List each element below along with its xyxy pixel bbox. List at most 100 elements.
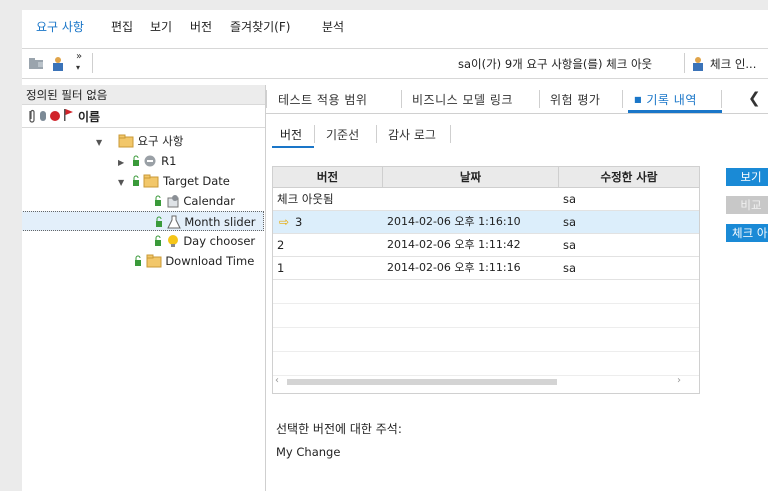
status-lock-icon bbox=[154, 193, 162, 213]
version-grid: 버전 날짜 수정한 사람 체크 아웃됨 sa ⇨ 3 2014-02-06 오후… bbox=[272, 166, 700, 394]
cell-version: 2 bbox=[277, 238, 285, 252]
requirements-tree-panel: 정의된 필터 없음 이름 ▼ 요구 사항 ▶ R1 ▼ Target Date … bbox=[22, 85, 266, 491]
subtab-separator bbox=[314, 125, 315, 143]
details-panel: 테스트 적용 범위 비즈니스 모델 링크 위험 평가 ■ 기록 내역 ❮ 버전 … bbox=[266, 85, 768, 491]
tab-separator bbox=[539, 90, 540, 108]
cell-date bbox=[383, 188, 559, 210]
tab-separator bbox=[721, 90, 722, 108]
table-row[interactable]: ⇨ 3 2014-02-06 오후 1:16:10 sa bbox=[273, 211, 699, 234]
tab-business-model-links[interactable]: 비즈니스 모델 링크 bbox=[412, 91, 513, 108]
tree-item-label: Calendar bbox=[183, 194, 236, 208]
subtab-baselines[interactable]: 기준선 bbox=[326, 126, 359, 143]
checkin-user-icon[interactable] bbox=[690, 56, 706, 71]
checkout-user-icon[interactable] bbox=[50, 56, 66, 71]
toolbar-overflow-icon[interactable]: » bbox=[76, 51, 82, 62]
table-row[interactable]: 2 2014-02-06 오후 1:11:42 sa bbox=[273, 234, 699, 257]
active-subtab-underline bbox=[272, 146, 314, 148]
checkin-button[interactable]: 체크 인... bbox=[710, 56, 756, 72]
expand-arrow-icon[interactable]: ▶ bbox=[118, 158, 124, 167]
status-lock-icon bbox=[132, 153, 140, 173]
compare-button[interactable]: 비교 bbox=[726, 196, 768, 214]
tab-risk-assessment[interactable]: 위험 평가 bbox=[550, 91, 600, 108]
tree-column-header: 이름 bbox=[22, 105, 265, 128]
tree-item-day-chooser[interactable]: Day chooser bbox=[154, 231, 255, 251]
tab-history[interactable]: ■ 기록 내역 bbox=[634, 91, 697, 108]
status-lock-icon bbox=[134, 253, 142, 273]
cell-user: sa bbox=[563, 238, 577, 252]
checkout-button[interactable]: 체크 아웃 bbox=[726, 224, 768, 242]
column-header-modified-by[interactable]: 수정한 사람 bbox=[559, 167, 699, 187]
tree-item-label: 요구 사항 bbox=[137, 134, 184, 148]
active-tab-underline bbox=[628, 110, 722, 113]
linked-defect-column-icon[interactable] bbox=[38, 109, 48, 126]
tree-item-r1[interactable]: ▶ R1 bbox=[118, 151, 176, 171]
history-subtabs: 버전 기준선 감사 로그 bbox=[266, 121, 516, 148]
scrollbar-thumb[interactable] bbox=[287, 379, 557, 385]
detail-tabs: 테스트 적용 범위 비즈니스 모델 링크 위험 평가 ■ 기록 내역 ❮ bbox=[266, 85, 768, 114]
scroll-right-icon[interactable]: › bbox=[677, 375, 681, 386]
column-header-version[interactable]: 버전 bbox=[273, 167, 383, 187]
tree-item-month-slider[interactable]: Month slider bbox=[22, 211, 264, 231]
cell-date: 2014-02-06 오후 1:11:16 bbox=[387, 261, 521, 274]
view-button[interactable]: 보기 bbox=[726, 168, 768, 186]
filter-bar[interactable]: 정의된 필터 없음 bbox=[22, 85, 265, 105]
cell-user: sa bbox=[563, 192, 577, 206]
column-header-date[interactable]: 날짜 bbox=[383, 167, 559, 187]
tree-item-requirements[interactable]: ▼ 요구 사항 bbox=[96, 131, 183, 151]
grid-header: 버전 날짜 수정한 사람 bbox=[273, 167, 699, 188]
application-window: 요구 사항 편집 보기 버전 즐겨찾기(F) 분석 » ▾ sa이(가) 9개 … bbox=[22, 10, 768, 491]
subtab-separator bbox=[450, 125, 451, 143]
flag-column-icon[interactable] bbox=[62, 108, 74, 125]
scroll-left-icon[interactable]: ‹ bbox=[275, 375, 279, 386]
chevron-left-icon[interactable]: ❮ bbox=[748, 89, 761, 107]
subtab-separator bbox=[376, 125, 377, 143]
alert-column-icon[interactable] bbox=[49, 110, 61, 125]
cell-user: sa bbox=[563, 261, 577, 275]
toolbar: » ▾ sa이(가) 9개 요구 사항을(를) 체크 아웃 체크 인... bbox=[22, 48, 768, 79]
menu-edit[interactable]: 편집 bbox=[111, 18, 133, 35]
cell-date: 2014-02-06 오후 1:16:10 bbox=[387, 215, 521, 228]
tree-item-download-time[interactable]: Download Time bbox=[134, 251, 254, 271]
menu-requirements[interactable]: 요구 사항 bbox=[36, 18, 84, 35]
horizontal-scrollbar[interactable]: ‹ › bbox=[273, 373, 699, 391]
menu-bar: 요구 사항 편집 보기 버전 즐겨찾기(F) 분석 bbox=[22, 10, 768, 40]
tree-item-label: Target Date bbox=[163, 174, 230, 188]
menu-analysis[interactable]: 분석 bbox=[322, 18, 344, 35]
cell-user: sa bbox=[563, 215, 577, 229]
checkout-status-text: sa이(가) 9개 요구 사항을(를) 체크 아웃 bbox=[458, 57, 653, 71]
name-column-header[interactable]: 이름 bbox=[78, 108, 100, 125]
toolbar-separator bbox=[92, 53, 93, 73]
tree-item-label: Download Time bbox=[165, 254, 255, 268]
toolbar-separator bbox=[684, 53, 685, 73]
tree-item-calendar[interactable]: Calendar bbox=[154, 191, 235, 211]
chevron-down-icon[interactable]: ▾ bbox=[76, 63, 80, 72]
tree-item-label: R1 bbox=[161, 154, 177, 168]
tree-item-target-date[interactable]: ▼ Target Date bbox=[118, 171, 230, 191]
menu-favorites[interactable]: 즐겨찾기(F) bbox=[230, 18, 290, 35]
status-lock-icon bbox=[132, 173, 140, 193]
version-notes-text[interactable]: My Change bbox=[276, 445, 340, 459]
version-notes-label: 선택한 버전에 대한 주석: bbox=[276, 422, 402, 436]
collapse-arrow-icon[interactable]: ▼ bbox=[96, 138, 102, 147]
tab-test-coverage[interactable]: 테스트 적용 범위 bbox=[278, 91, 367, 108]
table-row[interactable]: 체크 아웃됨 sa bbox=[273, 188, 699, 211]
folder-gray-icon[interactable] bbox=[28, 56, 44, 70]
current-row-arrow-icon: ⇨ bbox=[279, 215, 290, 229]
cell-date: 2014-02-06 오후 1:11:42 bbox=[387, 238, 521, 251]
cell-version: 1 bbox=[277, 261, 285, 275]
active-tab-marker-icon: ■ bbox=[634, 95, 643, 104]
collapse-arrow-icon[interactable]: ▼ bbox=[118, 178, 124, 187]
tab-separator bbox=[401, 90, 402, 108]
tab-separator bbox=[266, 90, 267, 108]
tab-history-label: 기록 내역 bbox=[646, 93, 697, 107]
subtab-audit-log[interactable]: 감사 로그 bbox=[388, 126, 436, 143]
tree-item-label: Day chooser bbox=[183, 234, 256, 248]
cell-version: 체크 아웃됨 bbox=[277, 192, 334, 206]
empty-rows bbox=[273, 280, 699, 376]
table-row[interactable]: 1 2014-02-06 오후 1:11:16 sa bbox=[273, 257, 699, 280]
menu-version[interactable]: 버전 bbox=[190, 18, 212, 35]
menu-view[interactable]: 보기 bbox=[150, 18, 172, 35]
subtab-versions[interactable]: 버전 bbox=[280, 126, 302, 143]
tab-separator bbox=[622, 90, 623, 108]
folder-icon bbox=[146, 254, 162, 274]
